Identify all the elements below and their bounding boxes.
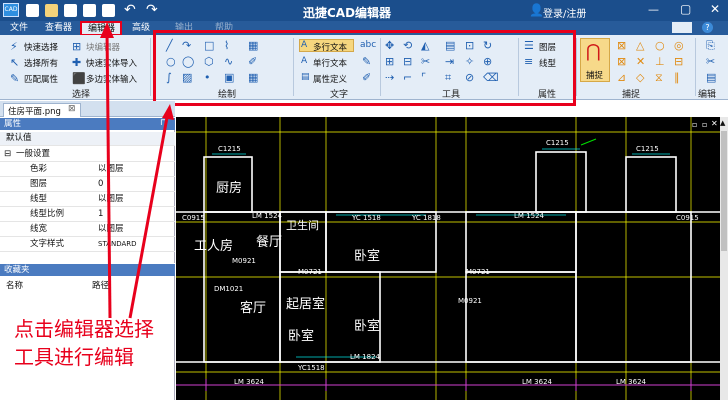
- annotation-text-line1: 点击编辑器选择: [14, 317, 154, 341]
- annotation-text-line2: 工具进行编辑: [14, 345, 134, 369]
